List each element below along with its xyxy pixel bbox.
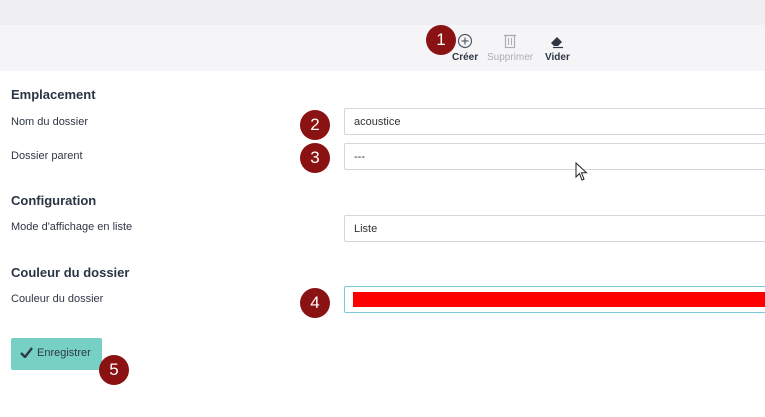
step-badge-2: 2	[300, 110, 330, 140]
step-badge-5: 5	[99, 355, 129, 385]
list-display-select[interactable]: Liste	[344, 215, 765, 242]
configuration-heading: Configuration	[11, 193, 97, 208]
clear-label: Vider	[545, 52, 570, 63]
folder-name-input[interactable]: acoustice	[344, 108, 765, 135]
parent-folder-label: Dossier parent	[11, 150, 83, 162]
parent-folder-value: ---	[354, 151, 365, 163]
top-bar	[0, 0, 765, 25]
mouse-pointer-icon	[575, 162, 588, 181]
delete-button[interactable]: Supprimer	[487, 33, 533, 63]
parent-folder-select[interactable]: ---	[344, 143, 765, 170]
color-heading: Couleur du dossier	[11, 265, 130, 280]
folder-color-label: Couleur du dossier	[11, 293, 104, 305]
delete-label: Supprimer	[487, 52, 534, 63]
trash-icon	[504, 34, 517, 49]
folder-name-label: Nom du dossier	[11, 116, 89, 128]
list-display-label: Mode d'affichage en liste	[11, 221, 133, 233]
plus-circle-icon	[457, 33, 473, 49]
color-swatch	[353, 292, 765, 307]
location-heading: Emplacement	[11, 87, 96, 102]
checkmark-icon	[20, 347, 33, 358]
create-label: Créer	[452, 52, 479, 63]
folder-color-picker[interactable]	[344, 286, 765, 313]
folder-name-value: acoustice	[354, 116, 401, 128]
toolbar: Créer Supprimer Vider	[0, 25, 765, 71]
folder-edit-page: Créer Supprimer Vider 1 Emplacement Nom …	[0, 0, 765, 417]
list-display-value: Liste	[354, 223, 378, 235]
step-badge-3: 3	[300, 143, 330, 173]
step-badge-1: 1	[426, 25, 456, 55]
save-label: Enregistrer	[37, 347, 91, 359]
clear-button[interactable]: Vider	[545, 33, 570, 63]
step-badge-4: 4	[300, 288, 330, 318]
save-button[interactable]: Enregistrer	[11, 338, 102, 370]
eraser-icon	[551, 37, 564, 49]
